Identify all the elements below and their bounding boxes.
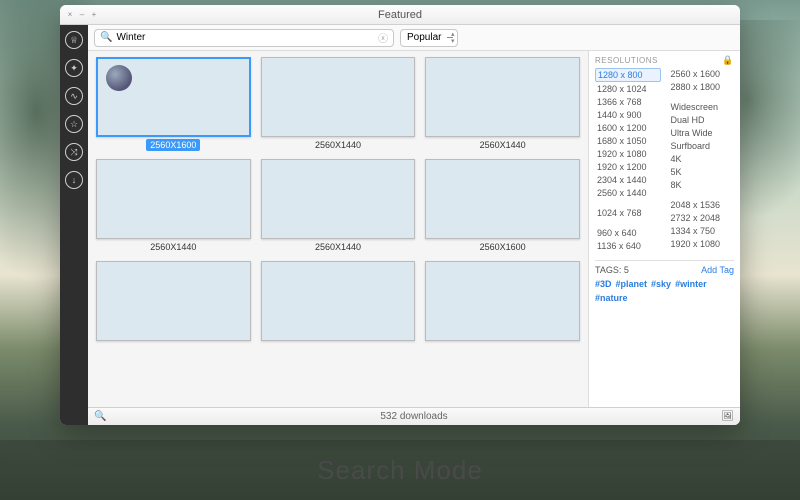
resolution-option[interactable]: 2880 x 1800 <box>669 81 735 93</box>
status-text: 532 downloads <box>88 411 740 422</box>
resolution-option[interactable]: 1334 x 750 <box>669 225 735 237</box>
tag[interactable]: #planet <box>616 279 648 289</box>
clear-search-icon[interactable]: ⓧ <box>378 30 388 45</box>
tag[interactable]: #winter <box>675 279 707 289</box>
right-panel: RESOLUTIONS 🔒 1280 x 8001280 x 10241366 … <box>588 51 740 407</box>
resolution-option[interactable]: 1600 x 1200 <box>595 122 661 134</box>
thumbnail-image[interactable] <box>261 261 416 341</box>
thumbnail[interactable] <box>425 261 580 341</box>
picture-icon[interactable]: 🖼 <box>721 411 734 422</box>
thumbnail[interactable]: 2560X1600 <box>96 57 251 151</box>
thumbnail-resolution: 2560X1440 <box>146 241 200 253</box>
resolution-option[interactable]: 1024 x 768 <box>595 207 661 219</box>
tags-header: TAGS: 5 <box>595 265 629 275</box>
thumbnail-image[interactable] <box>261 57 416 137</box>
resolution-option[interactable]: 1920 x 1080 <box>595 148 661 160</box>
sidebar: ♕ ✦ ∿ ☆ ⤨ ↓ <box>60 25 88 425</box>
resolution-option[interactable]: 1440 x 900 <box>595 109 661 121</box>
shuffle-icon[interactable]: ⤨ <box>65 143 83 161</box>
resolution-option[interactable]: 1280 x 1024 <box>595 83 661 95</box>
resolution-option[interactable]: 1920 x 1200 <box>595 161 661 173</box>
titlebar[interactable]: × – + Featured <box>60 5 740 25</box>
status-bar: 🔍 532 downloads 🖼 <box>88 407 740 425</box>
crown-icon[interactable]: ♕ <box>65 31 83 49</box>
close-button[interactable]: × <box>66 11 74 19</box>
resolution-option[interactable]: 2048 x 1536 <box>669 199 735 211</box>
thumbnail[interactable] <box>96 261 251 341</box>
app-window: × – + Featured ♕ ✦ ∿ ☆ ⤨ ↓ 🔍 ⓧ Popular <box>60 5 740 425</box>
resolution-option[interactable]: 1280 x 800 <box>595 68 661 82</box>
thumbnail[interactable]: 2560X1440 <box>425 57 580 151</box>
resolution-option[interactable]: Surfboard <box>669 140 735 152</box>
lock-icon[interactable]: 🔒 <box>722 55 734 66</box>
thumbnail-resolution: 2560X1600 <box>476 241 530 253</box>
resolution-option[interactable]: 8K <box>669 179 735 191</box>
add-tag-link[interactable]: Add Tag <box>701 265 734 275</box>
resolutions-header: RESOLUTIONS <box>595 56 658 65</box>
resolution-option[interactable]: 5K <box>669 166 735 178</box>
search-icon: 🔍 <box>100 32 112 43</box>
thumbnail[interactable]: 2560X1440 <box>261 57 416 151</box>
chevron-updown-icon: ▴▾ <box>451 31 455 45</box>
resolution-option[interactable]: Widescreen <box>669 101 735 113</box>
tag[interactable]: #3D <box>595 279 612 289</box>
tag[interactable]: #sky <box>651 279 671 289</box>
sort-label: Popular <box>407 32 441 43</box>
thumbnail-grid-area[interactable]: 2560X1600 2560X1440 2560X1440 2560X1440 2560… <box>88 51 588 407</box>
toolbar: 🔍 ⓧ Popular ▴▾ <box>88 25 740 51</box>
thumbnail-resolution: 2560X1440 <box>311 241 365 253</box>
wave-icon[interactable]: ∿ <box>65 87 83 105</box>
tag-list: #3D #planet#sky #winter #nature <box>595 279 734 303</box>
minimize-button[interactable]: – <box>78 11 86 19</box>
resolution-option[interactable]: 4K <box>669 153 735 165</box>
download-icon[interactable]: ↓ <box>65 171 83 189</box>
resolution-option[interactable]: 1680 x 1050 <box>595 135 661 147</box>
resolution-option[interactable]: 1136 x 640 <box>595 240 661 252</box>
thumbnail-image[interactable] <box>96 57 251 137</box>
thumbnail[interactable] <box>261 261 416 341</box>
thumbnail-image[interactable] <box>425 159 580 239</box>
thumbnail[interactable]: 2560X1440 <box>96 159 251 253</box>
search-field[interactable]: 🔍 ⓧ <box>94 29 394 47</box>
resolution-option[interactable]: 2560 x 1440 <box>595 187 661 199</box>
search-input[interactable] <box>116 32 378 43</box>
thumbnail-resolution: 2560X1600 <box>146 139 200 151</box>
thumbnail-resolution: 2560X1440 <box>311 139 365 151</box>
thumbnail-resolution: 2560X1440 <box>476 139 530 151</box>
thumbnail-image[interactable] <box>96 159 251 239</box>
resolution-option[interactable]: Ultra Wide <box>669 127 735 139</box>
thumbnail[interactable]: 2560X1440 <box>261 159 416 253</box>
resolution-option[interactable]: Dual HD <box>669 114 735 126</box>
resolution-option[interactable]: 1366 x 768 <box>595 96 661 108</box>
tag[interactable]: #nature <box>595 293 628 303</box>
star-icon[interactable]: ☆ <box>65 115 83 133</box>
resolution-option[interactable]: 2732 x 2048 <box>669 212 735 224</box>
resolution-option[interactable]: 2304 x 1440 <box>595 174 661 186</box>
thumbnail[interactable]: 2560X1600 <box>425 159 580 253</box>
resolution-option[interactable]: 1920 x 1080 <box>669 238 735 250</box>
zoom-button[interactable]: + <box>90 11 98 19</box>
sparkle-icon[interactable]: ✦ <box>65 59 83 77</box>
window-controls: × – + <box>60 11 98 19</box>
sort-select[interactable]: Popular ▴▾ <box>400 29 458 47</box>
thumbnail-image[interactable] <box>261 159 416 239</box>
thumbnail-image[interactable] <box>96 261 251 341</box>
caption-text: Search Mode <box>317 455 483 486</box>
resolution-option[interactable]: 2560 x 1600 <box>669 68 735 80</box>
resolution-option[interactable]: 960 x 640 <box>595 227 661 239</box>
caption-bar: Search Mode <box>0 440 800 500</box>
window-title: Featured <box>60 9 740 21</box>
thumbnail-image[interactable] <box>425 261 580 341</box>
thumbnail-image[interactable] <box>425 57 580 137</box>
